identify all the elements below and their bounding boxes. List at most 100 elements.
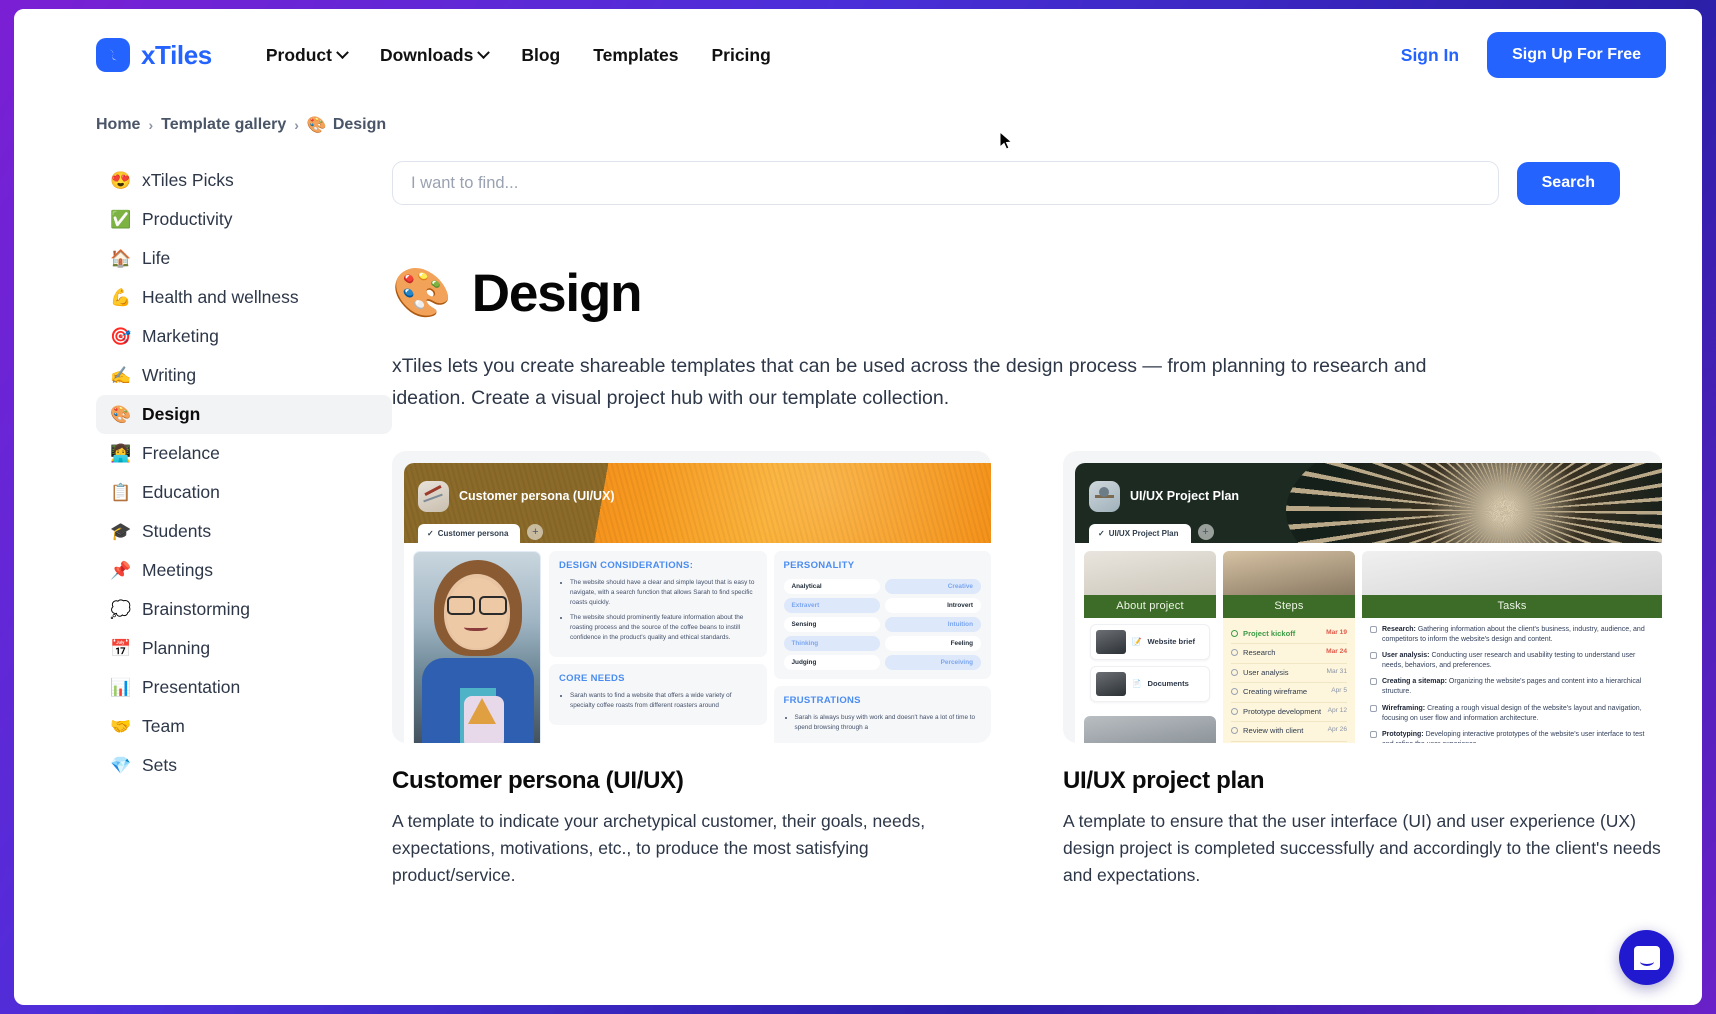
sidebar-item-team[interactable]: 🤝 Team: [96, 707, 392, 746]
sidebar-item-life[interactable]: 🏠 Life: [96, 239, 392, 278]
check-icon: ✓: [1098, 528, 1105, 538]
sidebar-item-productivity[interactable]: ✅ Productivity: [96, 200, 392, 239]
breadcrumb-item-home[interactable]: Home: [96, 116, 140, 134]
personality-pill: Judging: [783, 654, 880, 670]
sidebar-item-design[interactable]: 🎨 Design: [96, 395, 392, 434]
sidebar-item-students[interactable]: 🎓 Students: [96, 512, 392, 551]
document-icon: [418, 480, 449, 512]
template-preview: UI/UX Project Plan ✓ UI/UX Project Plan …: [1075, 462, 1662, 743]
muscle-icon: 💪: [110, 288, 132, 307]
section-title: PERSONALITY: [783, 559, 855, 571]
sidebar-item-presentation[interactable]: 📊 Presentation: [96, 668, 392, 707]
step-date: Apr 12: [1327, 706, 1347, 714]
breadcrumb-separator: ›: [294, 117, 299, 133]
task-text: Gathering information about the client's…: [1382, 625, 1645, 643]
column-photo: [1084, 550, 1216, 595]
step-item: Review with client Apr 26: [1231, 722, 1347, 742]
sidebar-item-xtiles-picks[interactable]: 😍 xTiles Picks: [96, 161, 392, 200]
logo[interactable]: xTiles: [96, 38, 212, 72]
sidebar-item-meetings[interactable]: 📌 Meetings: [96, 551, 392, 590]
personality-pill: Creative: [884, 578, 981, 594]
document-icon: [1089, 480, 1120, 512]
item-label: Website brief: [1147, 637, 1196, 647]
sidebar-item-sets[interactable]: 💎 Sets: [96, 746, 392, 785]
nav-item-pricing[interactable]: Pricing: [711, 45, 770, 66]
search-input[interactable]: [392, 161, 1499, 205]
sidebar-item-marketing[interactable]: 🎯 Marketing: [96, 317, 392, 356]
sidebar-item-label: Design: [142, 404, 201, 424]
status-circle-icon: [1231, 668, 1238, 676]
breadcrumb: Home › Template gallery › 🎨 Design: [14, 101, 1702, 135]
palette-icon: 🎨: [306, 117, 327, 134]
checkbox-icon: [1370, 678, 1377, 686]
bar-chart-icon: 📊: [110, 678, 132, 697]
search-button[interactable]: Search: [1516, 161, 1620, 205]
personality-pill: Introvert: [884, 597, 981, 613]
chat-widget-button[interactable]: [1619, 930, 1674, 985]
personality-pill: Analytical: [783, 578, 880, 594]
check-icon: ✓: [427, 528, 434, 538]
pushpin-icon: 📌: [110, 561, 132, 580]
breadcrumb-item-design: 🎨 Design: [307, 115, 386, 135]
task-label: Creating a sitemap:: [1382, 678, 1447, 686]
header-actions: Sign In Sign Up For Free: [1401, 32, 1666, 78]
task-item: Research: Gathering information about th…: [1370, 625, 1654, 645]
nav-item-blog[interactable]: Blog: [521, 45, 560, 66]
task-item: Wireframing: Creating a rough visual des…: [1370, 704, 1654, 724]
add-tab-icon: +: [527, 523, 544, 540]
target-icon: 🎯: [110, 327, 132, 346]
item-emoji: 📝: [1132, 637, 1142, 647]
nav-item-product[interactable]: Product: [265, 44, 349, 66]
personality-rows: Analytical Creative Extravert Introvert: [783, 578, 981, 670]
house-icon: 🏠: [110, 249, 132, 268]
step-name: Prototype development: [1243, 706, 1322, 716]
nav-item-templates[interactable]: Templates: [593, 45, 678, 66]
column-heading: Tasks: [1362, 594, 1662, 618]
design-considerations-box: DESIGN CONSIDERATIONS: The website shoul…: [549, 550, 767, 657]
breadcrumb-item-template-gallery[interactable]: Template gallery: [161, 116, 286, 134]
sign-in-link[interactable]: Sign In: [1401, 45, 1459, 66]
task-label: Prototyping:: [1382, 730, 1424, 738]
template-thumbnail[interactable]: UI/UX Project Plan ✓ UI/UX Project Plan …: [1063, 450, 1662, 743]
sidebar-item-education[interactable]: 📋 Education: [96, 473, 392, 512]
status-circle-icon: [1231, 688, 1238, 696]
thought-balloon-icon: 💭: [110, 600, 132, 619]
sidebar-item-health-and-wellness[interactable]: 💪 Health and wellness: [96, 278, 392, 317]
tasks-list: Research: Gathering information about th…: [1362, 618, 1662, 743]
template-card-uiux-project-plan[interactable]: UI/UX Project Plan ✓ UI/UX Project Plan …: [1063, 450, 1662, 890]
preview-doc-title: Customer persona (UI/UX): [459, 489, 615, 504]
card-title: Customer persona (UI/UX): [392, 766, 684, 794]
about-project-column: About project 📝 Website brief 📄 Document…: [1084, 550, 1216, 743]
add-tab-icon: +: [1197, 523, 1214, 540]
sidebar-item-label: Health and wellness: [142, 287, 299, 307]
task-item: Creating a sitemap: Organizing the websi…: [1370, 677, 1654, 697]
section-title: DESIGN CONSIDERATIONS:: [559, 559, 694, 571]
step-item: Project kickoff Mar 19: [1231, 625, 1347, 645]
page-heading: Design: [471, 264, 643, 323]
persona-col-left: DESIGN CONSIDERATIONS: The website shoul…: [549, 550, 767, 743]
step-name: Project kickoff: [1243, 628, 1296, 638]
nav-label: Product: [265, 44, 332, 65]
sidebar-item-writing[interactable]: ✍️ Writing: [96, 356, 392, 395]
template-card-customer-persona[interactable]: Customer persona (UI/UX) ✓ Customer pers…: [392, 450, 991, 890]
sign-up-button[interactable]: Sign Up For Free: [1487, 32, 1666, 78]
writing-hand-icon: ✍️: [110, 366, 132, 385]
preview-body: DESIGN CONSIDERATIONS: The website shoul…: [404, 542, 991, 743]
main-content: Search 🎨 Design xTiles lets you create s…: [392, 161, 1702, 890]
sidebar-item-planning[interactable]: 📅 Planning: [96, 629, 392, 668]
personality-box: PERSONALITY Analytical Creative Extraver…: [773, 550, 991, 679]
page-title: 🎨 Design: [392, 263, 1662, 324]
sidebar-item-label: Meetings: [142, 560, 214, 580]
column-photo: [1223, 550, 1355, 595]
template-thumbnail[interactable]: Customer persona (UI/UX) ✓ Customer pers…: [392, 450, 991, 743]
checkbox-icon: [1370, 652, 1377, 659]
palette-icon: 🎨: [110, 405, 132, 424]
step-item: Creating wireframe Apr 5: [1231, 683, 1347, 703]
sidebar-item-freelance[interactable]: 👩‍💻 Freelance: [96, 434, 392, 473]
step-name: Review with client: [1243, 726, 1304, 736]
personality-pill: Sensing: [783, 616, 880, 632]
nav-item-downloads[interactable]: Downloads: [380, 45, 491, 66]
step-date: Mar 19: [1326, 628, 1347, 636]
sidebar-item-brainstorming[interactable]: 💭 Brainstorming: [96, 590, 392, 629]
clipboard-icon: 📋: [110, 483, 132, 502]
